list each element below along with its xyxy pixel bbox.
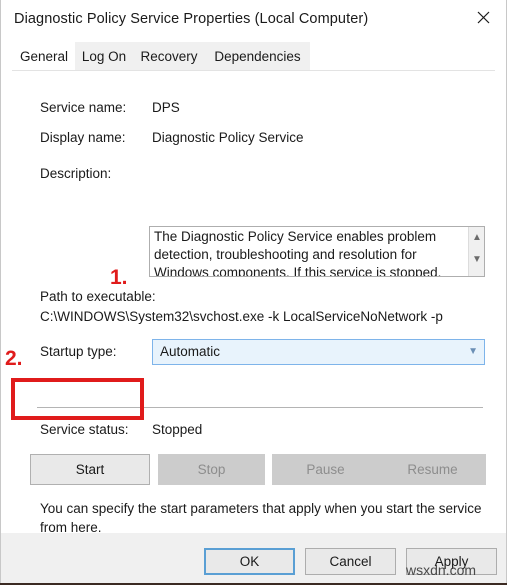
service-name-label: Service name: xyxy=(40,100,127,115)
tab-log-on[interactable]: Log On xyxy=(75,42,133,70)
service-name-value: DPS xyxy=(152,100,180,115)
pause-button: Pause xyxy=(272,454,379,485)
cancel-button[interactable]: Cancel xyxy=(305,548,396,575)
tab-dependencies[interactable]: Dependencies xyxy=(205,42,310,70)
startup-type-select[interactable]: Automatic ▼ xyxy=(152,339,485,365)
tab-general[interactable]: General xyxy=(13,42,75,70)
chevron-down-icon: ▼ xyxy=(468,346,478,357)
start-button[interactable]: Start xyxy=(30,454,150,485)
tab-recovery[interactable]: Recovery xyxy=(133,42,205,70)
annotation-step-2: 2. xyxy=(5,347,23,370)
annotation-step-1: 1. xyxy=(110,266,128,289)
description-label: Description: xyxy=(40,166,112,181)
description-textarea[interactable]: The Diagnostic Policy Service enables pr… xyxy=(149,226,485,277)
chevron-down-icon[interactable]: ▼ xyxy=(469,251,484,268)
start-parameters-hint: You can specify the start parameters tha… xyxy=(40,501,482,535)
startup-type-value: Automatic xyxy=(160,344,221,359)
window-border-left xyxy=(0,0,1,585)
title-bar: Diagnostic Policy Service Properties (Lo… xyxy=(1,0,506,42)
ok-button[interactable]: OK xyxy=(204,548,295,575)
tab-strip: General Log On Recovery Dependencies xyxy=(1,42,506,70)
description-scrollbar[interactable]: ▲ ▼ xyxy=(468,227,484,276)
chevron-up-icon[interactable]: ▲ xyxy=(469,229,484,246)
service-status-value: Stopped xyxy=(152,422,203,437)
service-status-label: Service status: xyxy=(40,422,129,437)
section-divider xyxy=(37,407,483,408)
path-to-executable-label: Path to executable: xyxy=(40,289,156,304)
path-to-executable-value: C:\WINDOWS\System32\svchost.exe -k Local… xyxy=(40,309,443,324)
description-text: The Diagnostic Policy Service enables pr… xyxy=(154,229,442,277)
startup-type-label: Startup type: xyxy=(40,344,117,359)
display-name-label: Display name: xyxy=(40,130,126,145)
service-properties-dialog: Diagnostic Policy Service Properties (Lo… xyxy=(0,0,507,585)
stop-button: Stop xyxy=(158,454,265,485)
watermark: wsxdn.com xyxy=(406,562,477,578)
resume-button: Resume xyxy=(379,454,486,485)
general-tab-panel: Service name: DPS Display name: Diagnost… xyxy=(12,70,495,572)
close-icon[interactable] xyxy=(460,0,506,34)
window-title: Diagnostic Policy Service Properties (Lo… xyxy=(14,11,369,27)
display-name-value: Diagnostic Policy Service xyxy=(152,130,304,145)
